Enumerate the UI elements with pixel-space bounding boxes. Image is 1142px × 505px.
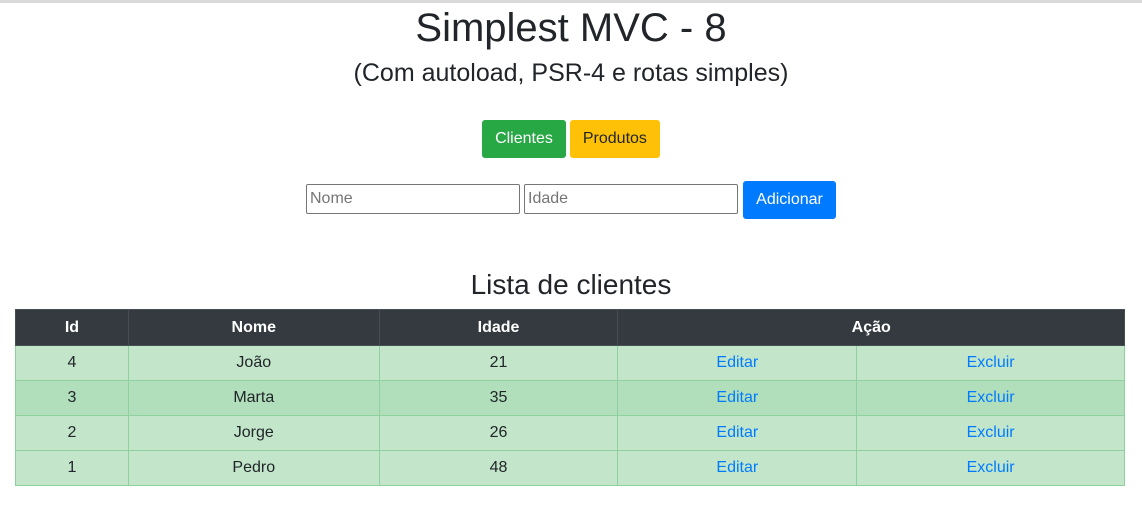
nav-buttons: Clientes Produtos [0, 120, 1142, 158]
clients-table: Id Nome Idade Ação 4 João 21 Editar Excl… [15, 309, 1125, 486]
cell-id: 1 [15, 450, 129, 486]
clientes-button[interactable]: Clientes [482, 120, 566, 158]
cell-nome: Jorge [127, 415, 380, 451]
cell-editar: Editar [617, 450, 858, 486]
cell-idade: 21 [378, 345, 619, 381]
cell-excluir: Excluir [856, 415, 1125, 451]
produtos-button[interactable]: Produtos [569, 120, 660, 158]
editar-link[interactable]: Editar [716, 459, 758, 476]
table-row: 1 Pedro 48 Editar Excluir [15, 450, 1125, 486]
nome-input[interactable] [306, 184, 520, 214]
excluir-link[interactable]: Excluir [967, 459, 1015, 476]
table-row: 3 Marta 35 Editar Excluir [15, 380, 1125, 416]
excluir-link[interactable]: Excluir [967, 424, 1015, 441]
excluir-link[interactable]: Excluir [967, 389, 1015, 406]
cell-excluir: Excluir [856, 345, 1125, 381]
excluir-link[interactable]: Excluir [967, 354, 1015, 371]
cell-idade: 35 [378, 380, 619, 416]
cell-idade: 48 [378, 450, 619, 486]
column-header-nome: Nome [127, 309, 380, 346]
list-title: Lista de clientes [470, 269, 672, 300]
cell-nome: Pedro [127, 450, 380, 486]
cell-excluir: Excluir [856, 380, 1125, 416]
cell-excluir: Excluir [856, 450, 1125, 486]
cell-nome: João [127, 345, 380, 381]
editar-link[interactable]: Editar [716, 389, 758, 406]
table-row: 2 Jorge 26 Editar Excluir [15, 415, 1125, 451]
page-title: Simplest MVC - 8 [415, 6, 727, 50]
add-client-form: Adicionar [0, 181, 1142, 219]
column-header-idade: Idade [378, 309, 619, 346]
cell-nome: Marta [127, 380, 380, 416]
column-header-acao: Ação [617, 309, 1125, 346]
cell-editar: Editar [617, 415, 858, 451]
cell-id: 4 [15, 345, 129, 381]
cell-editar: Editar [617, 345, 858, 381]
column-header-id: Id [15, 309, 129, 346]
table-row: 4 João 21 Editar Excluir [15, 345, 1125, 381]
idade-input[interactable] [524, 184, 738, 214]
cell-id: 3 [15, 380, 129, 416]
cell-editar: Editar [617, 380, 858, 416]
page-subtitle: (Com autoload, PSR-4 e rotas simples) [353, 59, 789, 87]
editar-link[interactable]: Editar [716, 424, 758, 441]
top-rule [0, 0, 1142, 3]
cell-id: 2 [15, 415, 129, 451]
editar-link[interactable]: Editar [716, 354, 758, 371]
table-header-row: Id Nome Idade Ação [15, 309, 1125, 346]
adicionar-button[interactable]: Adicionar [743, 181, 836, 219]
cell-idade: 26 [378, 415, 619, 451]
